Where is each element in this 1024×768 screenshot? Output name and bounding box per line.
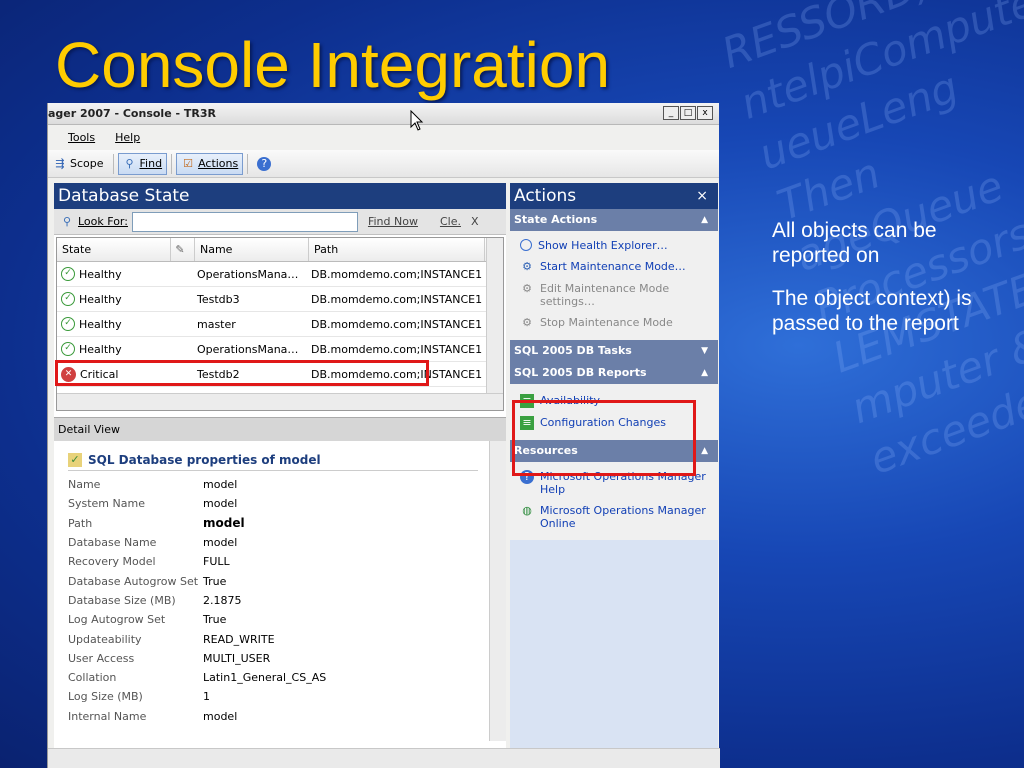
property-row: Collation Latin1_General_CS_AS [68,671,327,685]
bullet-2: The object context) is passed to the rep… [772,287,972,335]
menu-help[interactable]: Help [115,131,140,144]
database-icon: ✓ [68,453,82,467]
database-state-pane: Database State ⚲ Look For: Find Now Cle.… [54,183,506,768]
state-actions-list: Show Health Explorer… ⚙ Start Maintenance… [510,231,718,340]
minimize-button[interactable]: _ [663,106,679,120]
action-show-health-explorer[interactable]: Show Health Explorer… [520,235,718,256]
action-start-maintenance[interactable]: ⚙ Start Maintenance Mode… [520,256,718,278]
window-titlebar: ager 2007 - Console - TR3R _ □ x [48,103,719,125]
property-row: Internal Name model [68,709,238,723]
maximize-button[interactable]: □ [680,106,696,120]
column-maintenance[interactable]: ✎ [171,238,195,261]
property-row: Recovery Model FULL [68,555,230,569]
find-now-button[interactable]: Find Now [368,215,418,228]
detail-view: ✓ SQL Database properties of model Name mo… [54,441,506,761]
bullet-1: All objects can be reported on [772,219,937,267]
detail-title: ✓ SQL Database properties of model [68,453,478,471]
property-row: User Access MULTI_USER [68,651,271,665]
menu-bar: Tools Help [48,125,719,150]
reports-highlight [512,400,696,476]
grid-vertical-scrollbar[interactable] [486,238,503,393]
table-row[interactable]: ✓ Healthy OperationsMana… DB.momdemo.com;… [57,262,503,287]
window-title: ager 2007 - Console - TR3R [48,107,216,120]
property-row: Database Size (MB) 2.1875 [68,593,242,607]
mouse-cursor-icon [410,110,424,131]
console-window: ager 2007 - Console - TR3R _ □ x Tools H… [47,103,720,768]
slide-bullets: All objects can be reported on The objec… [772,218,1012,354]
property-row: Updateability READ_WRITE [68,632,275,646]
look-for-input[interactable] [131,211,358,232]
table-row[interactable]: ✓ Healthy OperationsMana… DB.momdemo.com;… [57,337,503,362]
help-icon: ? [257,156,272,171]
scope-button[interactable]: ⇶ Scope [48,153,109,175]
look-for-label: Look For: [78,215,128,228]
close-actions-button[interactable]: × [696,183,708,209]
action-stop-maintenance: ⚙ Stop Maintenance Mode [520,312,718,334]
property-row: Log Size (MB) 1 [68,690,210,704]
maintenance-icon: ⚙ [522,260,532,273]
section-db-tasks[interactable]: SQL 2005 DB Tasks ▼ [510,340,718,362]
detail-view-header: Detail View [54,417,506,441]
close-find-button[interactable]: X [471,215,479,228]
stop-maintenance-icon: ⚙ [522,316,532,329]
grid-horizontal-scrollbar[interactable] [57,393,503,410]
collapse-icon: ▲ [701,446,708,456]
action-edit-maintenance: ⚙ Edit Maintenance Mode settings… [520,278,718,312]
section-state-actions[interactable]: State Actions ▲ [510,209,718,231]
detail-vertical-scrollbar[interactable] [489,441,506,741]
healthy-icon: ✓ [61,292,75,306]
globe-icon: ◍ [522,504,532,517]
table-row[interactable]: ✓ Healthy Testdb3 DB.momdemo.com;INSTANCE… [57,287,503,312]
help-button[interactable]: ? [252,153,276,175]
clear-button[interactable]: Cle. [440,215,461,228]
close-button[interactable]: x [697,106,713,120]
property-row: Database Autogrow Set True [68,574,227,588]
property-row: Log Autogrow Set True [68,613,227,627]
section-db-reports[interactable]: SQL 2005 DB Reports ▲ [510,362,718,384]
healthy-icon: ✓ [61,267,75,281]
look-for-bar: ⚲ Look For: Find Now Cle. X [54,209,506,235]
grid-header: State ✎ Name Path [57,238,503,262]
scope-icon: ⇶ [55,156,65,170]
actions-pane: Actions × State Actions ▲ Show Health Expl… [510,183,718,768]
actions-header: Actions × [510,183,718,209]
property-row: Database Name model [68,536,238,550]
edit-maintenance-icon: ⚙ [522,282,532,295]
pane-header: Database State [54,183,506,209]
healthy-icon: ✓ [61,317,75,331]
status-bar [48,748,720,768]
table-row[interactable]: ✓ Healthy master DB.momdemo.com;INSTANCE1 [57,312,503,337]
toolbar: ⇶ Scope ⚲ Find ☑ Actions ? [48,150,719,178]
magnifier-icon: ⚲ [125,156,134,170]
collapse-icon: ▲ [701,368,708,378]
resource-online[interactable]: ◍ Microsoft Operations Manager Online [520,500,718,534]
health-explorer-icon [520,239,532,251]
wrench-icon: ✎ [175,243,185,256]
actions-icon: ☑ [183,156,193,170]
column-path[interactable]: Path [309,238,485,261]
actions-button[interactable]: ☑ Actions [176,152,244,175]
magnifier-icon: ⚲ [62,214,72,228]
property-row: Name model [68,478,238,492]
column-state[interactable]: State [57,238,171,261]
state-grid: State ✎ Name Path ✓ Healthy OperationsMan… [55,237,504,411]
expand-icon: ▼ [701,346,708,356]
critical-row-highlight [55,360,429,386]
menu-tools[interactable]: Tools [68,131,95,144]
property-row: System Name model [68,497,238,511]
find-button[interactable]: ⚲ Find [117,152,168,175]
healthy-icon: ✓ [61,342,75,356]
property-row: Path model [68,516,245,531]
column-name[interactable]: Name [195,238,309,261]
collapse-icon: ▲ [701,215,708,225]
slide-title: Console Integration [55,29,611,101]
